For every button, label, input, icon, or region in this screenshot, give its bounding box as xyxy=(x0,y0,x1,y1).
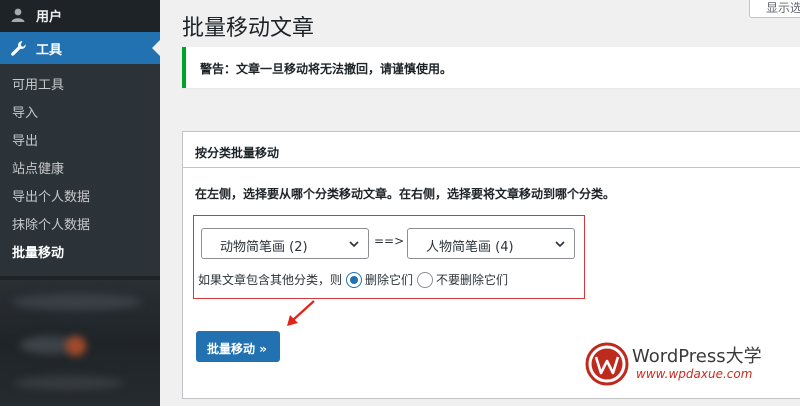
delete-radio[interactable] xyxy=(346,271,363,288)
to-category-value: 人物简笔画 (4) xyxy=(426,240,514,255)
submenu-item-available-tools[interactable]: 可用工具 xyxy=(0,72,160,100)
submenu-item-import[interactable]: 导入 xyxy=(0,100,160,128)
page-title: 批量移动文章 xyxy=(182,16,315,41)
submenu-item-export-personal-data[interactable]: 导出个人数据 xyxy=(0,184,160,212)
screen-options-button[interactable]: 显示选项 xyxy=(749,0,800,18)
admin-sidebar: 用户 工具 可用工具 导入 导出 站点健康 导出个人数据 抹除个人数据 批量移动 xyxy=(0,0,160,406)
submenu-item-erase-personal-data[interactable]: 抹除个人数据 xyxy=(0,212,160,240)
user-icon xyxy=(0,7,36,23)
keep-radio[interactable] xyxy=(417,271,434,288)
panel-description: 在左侧，选择要从哪个分类移动文章。在右侧，选择要将文章移动到哪个分类。 xyxy=(195,187,616,201)
sidebar-item-tools[interactable]: 工具 xyxy=(0,32,160,64)
blurred-badge xyxy=(66,336,86,356)
blurred-menu-item xyxy=(12,294,142,310)
bulk-move-submit-button[interactable]: 批量移动 » xyxy=(196,331,280,362)
keep-radio-label[interactable]: 不要删除它们 xyxy=(436,271,508,288)
submenu-item-site-health[interactable]: 站点健康 xyxy=(0,156,160,184)
watermark-url: www.wpdaxue.com xyxy=(636,367,753,381)
chevron-down-icon xyxy=(348,238,360,254)
watermark-title: WordPress大学 xyxy=(632,346,762,367)
submenu-item-bulk-move[interactable]: 批量移动 xyxy=(0,240,160,268)
wrench-icon xyxy=(0,40,36,57)
blurred-menu-item xyxy=(14,376,124,390)
chevron-down-icon xyxy=(554,238,566,254)
delete-radio-label[interactable]: 删除它们 xyxy=(365,271,413,288)
tools-submenu: 可用工具 导入 导出 站点健康 导出个人数据 抹除个人数据 批量移动 xyxy=(0,64,160,276)
from-category-select[interactable]: 动物简笔画 (2) xyxy=(201,228,369,259)
wordpress-logo-icon xyxy=(585,342,629,386)
to-category-select[interactable]: 人物简笔画 (4) xyxy=(407,228,575,259)
warning-notice: 警告：文章一旦移动将无法撤回，请谨慎使用。 xyxy=(182,47,800,88)
sidebar-item-label: 工具 xyxy=(36,42,63,58)
radio-dot xyxy=(350,275,359,284)
from-category-value: 动物简笔画 (2) xyxy=(220,240,308,255)
move-arrow-text: ==> xyxy=(374,234,405,248)
blurred-menu-area xyxy=(0,280,160,406)
panel-heading: 按分类批量移动 xyxy=(183,132,800,168)
highlight-box: 动物简笔画 (2) ==> 人物简笔画 (4) 如果文章包含其他分类，则 删除它… xyxy=(193,215,585,299)
other-category-options: 如果文章包含其他分类，则 删除它们 不要删除它们 xyxy=(198,271,508,288)
red-arrow-annotation xyxy=(287,300,315,326)
sidebar-item-users[interactable]: 用户 xyxy=(0,0,160,30)
other-category-label: 如果文章包含其他分类，则 xyxy=(198,273,343,287)
submenu-item-export[interactable]: 导出 xyxy=(0,128,160,156)
sidebar-item-label: 用户 xyxy=(36,9,63,25)
notice-text: 警告：文章一旦移动将无法撤回，请谨慎使用。 xyxy=(200,62,453,76)
